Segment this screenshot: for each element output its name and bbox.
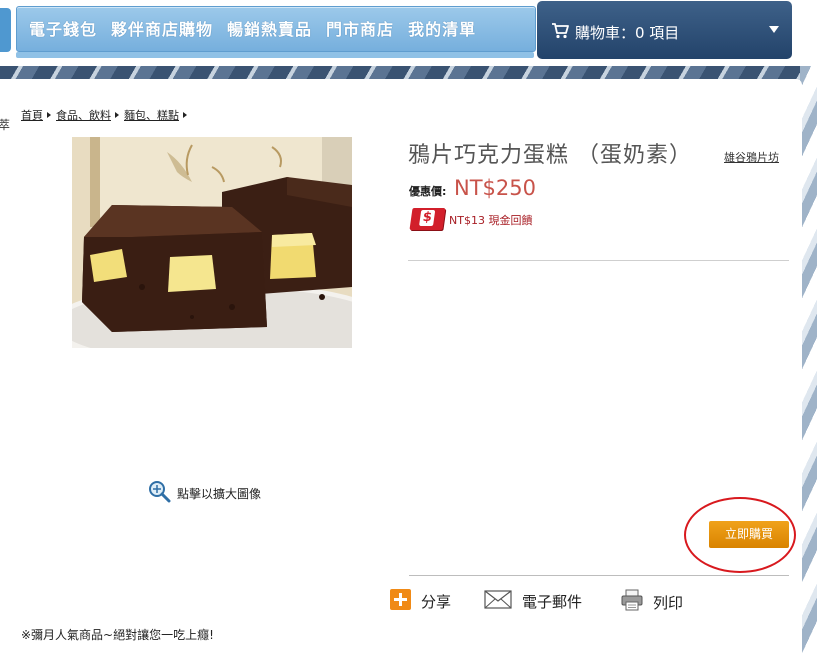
nav-item-e-wallet[interactable]: 電子錢包 (29, 16, 97, 40)
decorative-stripe-band (0, 66, 817, 80)
print-label: 列印 (653, 593, 684, 612)
share-button[interactable]: 分享 (390, 589, 451, 614)
breadcrumb-arrow-icon (115, 112, 119, 118)
nav-item-my-list[interactable]: 我的清單 (408, 16, 476, 40)
nav-left-tab[interactable] (0, 8, 11, 52)
breadcrumb-bread-pastry[interactable]: 麵包、糕點 (124, 107, 179, 123)
cart-summary: 購物車：0 項目 (575, 24, 680, 42)
zoom-hint-text: 點擊以擴大圖像 (177, 486, 262, 501)
email-button[interactable]: 電子郵件 (484, 589, 582, 613)
share-label: 分享 (421, 593, 452, 611)
caret-down-icon (769, 26, 779, 33)
nav-item-bestsellers[interactable]: 暢銷熱賣品 (227, 16, 312, 40)
breadcrumb-arrow-icon (47, 112, 51, 118)
breadcrumb-arrow-icon (183, 112, 187, 118)
cashback-text: NT$13 現金回饋 (449, 214, 533, 227)
decorative-right-edge (800, 66, 817, 654)
envelope-icon (484, 589, 512, 613)
zoom-image-link[interactable]: 點擊以擴大圖像 (147, 479, 261, 507)
product-title: 鴉片巧克力蛋糕 （蛋奶素） (408, 143, 692, 168)
breadcrumb-home[interactable]: 首頁 (21, 107, 43, 123)
breadcrumb-food-drinks[interactable]: 食品、飲料 (56, 107, 111, 123)
divider (408, 260, 789, 261)
email-label: 電子郵件 (522, 592, 583, 611)
printer-icon (621, 589, 643, 615)
highlight-annotation-circle (684, 497, 796, 573)
top-navigation: 電子錢包 夥伴商店購物 暢銷熱賣品 門市商店 我的清單 購物車：0 項目 (0, 0, 817, 70)
product-footnote: ※彌月人氣商品~絕對讓您一吃上癮! (21, 628, 214, 642)
cashback-dollar-icon: $ (409, 208, 446, 230)
nav-item-retail-stores[interactable]: 門市商店 (326, 16, 394, 40)
plus-icon (390, 589, 411, 614)
main-menu: 電子錢包 夥伴商店購物 暢銷熱賣品 門市商店 我的清單 (29, 16, 476, 40)
product-photo[interactable] (72, 137, 352, 348)
nav-item-partner-stores[interactable]: 夥伴商店購物 (111, 16, 213, 40)
shopping-cart-dropdown[interactable]: 購物車：0 項目 (537, 1, 792, 59)
left-clipped-text: 萃 (0, 118, 11, 132)
menu-underline (16, 52, 534, 58)
main-menu-bar: 電子錢包 夥伴商店購物 暢銷熱賣品 門市商店 我的清單 (16, 6, 536, 52)
magnifier-icon (147, 479, 171, 507)
cart-icon (551, 22, 569, 43)
breadcrumb: 首頁 食品、飲料 麵包、糕點 (21, 107, 192, 123)
print-button[interactable]: 列印 (621, 589, 683, 615)
divider (409, 575, 789, 576)
price-label: 優惠價: (409, 185, 447, 198)
product-price: NT$250 (454, 176, 536, 200)
brand-link[interactable]: 雄谷鴉片坊 (724, 149, 779, 165)
